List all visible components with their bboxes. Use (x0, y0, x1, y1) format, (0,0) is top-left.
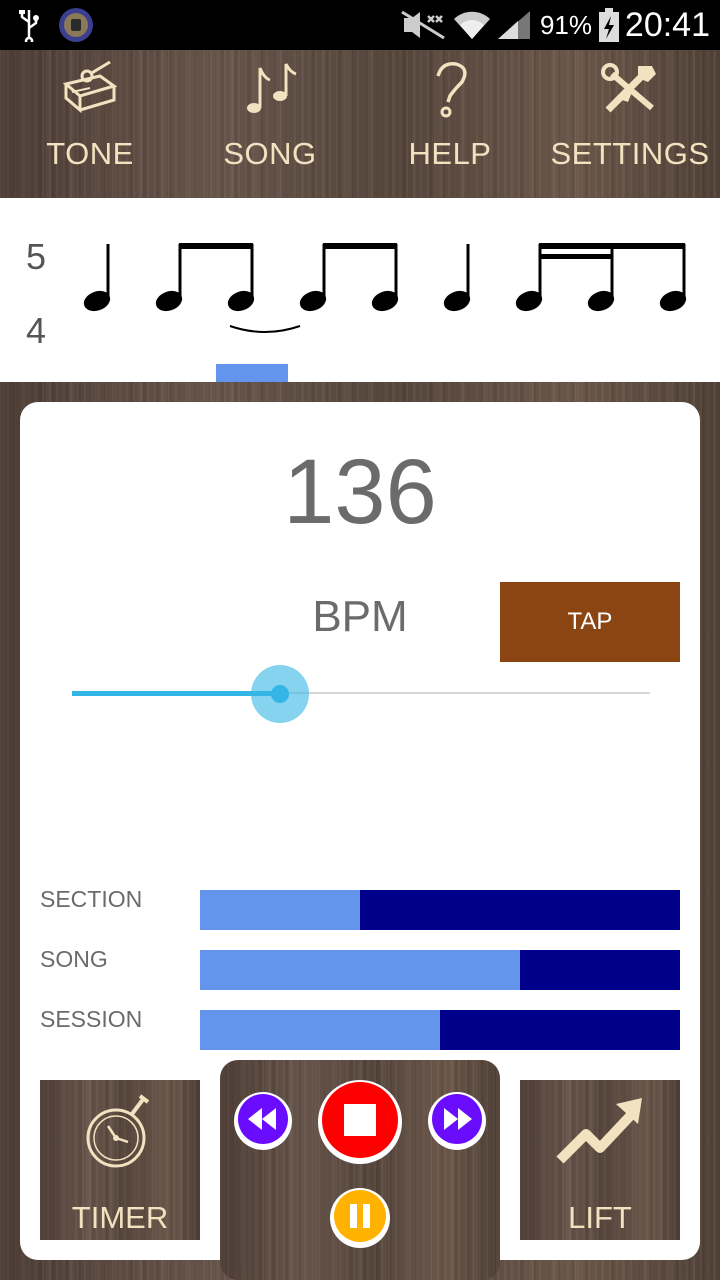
rhythm-notation[interactable]: 5 4 (0, 198, 720, 382)
app-notification-icon (58, 0, 94, 50)
slider-fill (72, 691, 281, 696)
fast-forward-button[interactable] (428, 1092, 486, 1150)
tools-icon (598, 50, 662, 127)
nav-song-label: SONG (223, 136, 317, 171)
timer-label: TIMER (71, 1200, 169, 1235)
music-notes-icon (240, 50, 300, 127)
status-bar: 91% 20:41 (0, 0, 720, 50)
nav-settings-label: SETTINGS (550, 136, 710, 171)
stop-button[interactable] (318, 1080, 402, 1164)
song-progress-fill (200, 950, 521, 990)
nav-help[interactable]: HELP (360, 50, 540, 198)
nav-settings[interactable]: SETTINGS (540, 50, 720, 198)
tie (229, 325, 301, 333)
session-progress-bar (200, 1010, 680, 1050)
lift-button[interactable]: LIFT (520, 1080, 680, 1240)
tap-button[interactable]: TAP (500, 582, 680, 662)
lift-label: LIFT (568, 1200, 632, 1235)
battery-charging-icon (598, 0, 620, 50)
beat-indicator (216, 364, 288, 382)
battery-percent: 91% (539, 9, 592, 40)
pause-button[interactable] (330, 1188, 390, 1248)
bpm-value[interactable]: 136 (0, 440, 720, 545)
wifi-icon (452, 0, 492, 50)
tempo-slider[interactable] (72, 664, 650, 724)
top-navigation: TONE SONG HELP SETTINGS (0, 50, 720, 198)
session-progress-fill (200, 1010, 440, 1050)
notes-staff (83, 243, 687, 333)
song-progress-label: SONG (40, 946, 108, 972)
trend-up-icon (552, 1094, 648, 1179)
nav-tone-label: TONE (46, 136, 134, 171)
woodblock-icon (60, 50, 120, 121)
timer-button[interactable]: TIMER (40, 1080, 200, 1240)
section-progress-bar (200, 890, 680, 930)
section-progress-fill (200, 890, 360, 930)
mute-icon (400, 0, 446, 50)
nav-tone[interactable]: TONE (0, 50, 180, 198)
usb-icon (18, 0, 40, 50)
fast-forward-icon (430, 1092, 484, 1151)
rewind-icon (236, 1092, 290, 1151)
transport-controls (220, 1060, 500, 1280)
bpm-label: BPM (312, 592, 408, 641)
stop-icon (320, 1080, 400, 1165)
song-progress-bar (200, 950, 680, 990)
pause-icon (332, 1188, 388, 1249)
question-icon (420, 50, 480, 127)
signal-icon (496, 0, 532, 50)
rewind-button[interactable] (234, 1092, 292, 1150)
nav-help-label: HELP (408, 136, 492, 171)
slider-thumb[interactable] (271, 685, 290, 703)
stopwatch-icon (80, 1090, 160, 1179)
status-time: 20:41 (624, 5, 710, 44)
section-progress-label: SECTION (40, 886, 143, 912)
session-progress-label: SESSION (40, 1006, 143, 1032)
nav-song[interactable]: SONG (180, 50, 360, 198)
